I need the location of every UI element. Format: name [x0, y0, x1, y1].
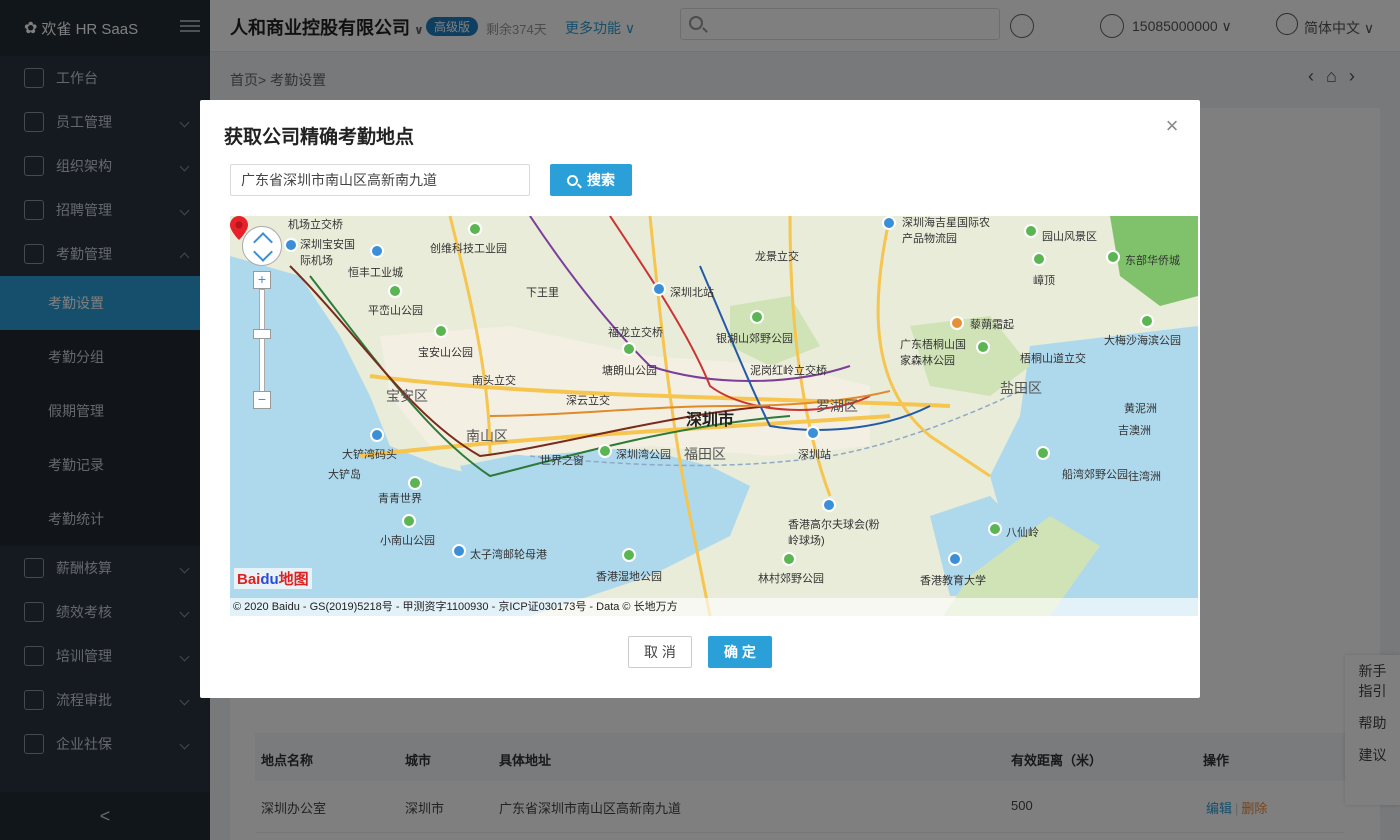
address-search-input[interactable] — [230, 164, 530, 196]
map-label: 嶂顶 — [1033, 275, 1055, 287]
logo-text: 地图 — [278, 571, 309, 588]
map-label: 青青世界 — [378, 493, 422, 505]
temple-poi-icon[interactable] — [950, 316, 964, 330]
zoom-in-button[interactable]: + — [253, 271, 271, 289]
park-poi-icon[interactable] — [1106, 250, 1120, 264]
map-label: 南头立交 — [472, 375, 516, 387]
map-label: 大铲岛 — [328, 469, 361, 481]
park-poi-icon[interactable] — [750, 310, 764, 324]
zoom-slider-thumb[interactable] — [253, 329, 271, 339]
map-view[interactable]: 机场立交桥 深圳宝安国际机场 创维科技工业园 恒丰工业城 下王里 深圳北站 龙景… — [230, 216, 1198, 616]
map-label: 太子湾邮轮母港 — [470, 549, 547, 561]
park-poi-icon[interactable] — [622, 548, 636, 562]
park-poi-icon[interactable] — [1140, 314, 1154, 328]
baidu-map-logo: Baidu地图 — [234, 568, 312, 589]
map-label: 世界之窗 — [540, 455, 584, 467]
map-label: 盐田区 — [1000, 380, 1042, 396]
search-button[interactable]: 搜索 — [550, 164, 632, 196]
railway-station-icon[interactable] — [806, 426, 820, 440]
map-label: 梧桐山道立交 — [1020, 353, 1086, 365]
map-label: 往湾洲 — [1128, 471, 1161, 483]
park-poi-icon[interactable] — [782, 552, 796, 566]
map-label: 深圳市 — [686, 412, 735, 429]
map-label: 东部华侨城 — [1125, 255, 1180, 267]
map-label: 香港湿地公园 — [596, 571, 662, 583]
cancel-button[interactable]: 取 消 — [628, 636, 692, 668]
map-label: 下王里 — [526, 287, 559, 299]
park-poi-icon[interactable] — [1032, 252, 1046, 266]
map-label: 香港教育大学 — [920, 575, 986, 587]
map-label: 南山区 — [466, 428, 508, 444]
map-zoom-control: + − — [253, 271, 271, 411]
railway-station-icon[interactable] — [652, 282, 666, 296]
map-label: 吉澳洲 — [1118, 425, 1151, 437]
logo-text: du — [260, 571, 279, 588]
poi-icon[interactable] — [370, 244, 384, 258]
park-poi-icon[interactable] — [468, 222, 482, 236]
port-poi-icon[interactable] — [452, 544, 466, 558]
map-label: 福田区 — [684, 446, 726, 462]
map-label: 香港高尔夫球会(粉岭球场) — [788, 519, 880, 547]
zoom-slider-track[interactable] — [259, 289, 265, 399]
logo-text: Bai — [237, 571, 261, 588]
map-pan-control[interactable] — [242, 226, 282, 266]
poi-icon[interactable] — [882, 216, 896, 230]
search-icon — [567, 174, 578, 186]
poi-icon[interactable] — [822, 498, 836, 512]
school-poi-icon[interactable] — [948, 552, 962, 566]
map-label: 藜蒴霜起 — [970, 319, 1014, 331]
map-label: 广东梧桐山国家森林公园 — [900, 339, 966, 367]
map-label: 恒丰工业城 — [348, 267, 403, 279]
map-label: 深圳站 — [798, 449, 831, 461]
airport-poi-icon[interactable] — [284, 238, 298, 252]
modal-title: 获取公司精确考勤地点 — [224, 127, 415, 148]
port-poi-icon[interactable] — [370, 428, 384, 442]
park-poi-icon[interactable] — [1024, 224, 1038, 238]
map-label: 大铲湾码头 — [342, 449, 397, 461]
map-copyright: © 2020 Baidu - GS(2019)5218号 - 甲测资字11009… — [230, 598, 1198, 616]
park-poi-icon[interactable] — [408, 476, 422, 490]
map-label: 塘朗山公园 — [602, 365, 657, 377]
map-label: 深圳海吉星国际农产品物流园 — [902, 217, 990, 245]
park-poi-icon[interactable] — [976, 340, 990, 354]
map-label: 龙景立交 — [755, 251, 799, 263]
park-poi-icon[interactable] — [388, 284, 402, 298]
map-label: 罗湖区 — [816, 398, 858, 414]
map-label: 平峦山公园 — [368, 305, 423, 317]
search-button-label: 搜索 — [587, 172, 615, 188]
map-label: 福龙立交桥 — [608, 327, 663, 339]
map-label: 深云立交 — [566, 395, 610, 407]
map-label: 深圳湾公园 — [616, 449, 671, 461]
park-poi-icon[interactable] — [434, 324, 448, 338]
park-poi-icon[interactable] — [598, 444, 612, 458]
confirm-button[interactable]: 确 定 — [708, 636, 772, 668]
map-label: 小南山公园 — [380, 535, 435, 547]
map-label: 船湾郊野公园 — [1062, 469, 1128, 481]
map-label: 黄泥洲 — [1124, 403, 1157, 415]
map-label: 银湖山郊野公园 — [716, 333, 793, 345]
close-icon[interactable]: × — [1162, 115, 1182, 137]
park-poi-icon[interactable] — [402, 514, 416, 528]
park-poi-icon[interactable] — [1036, 446, 1050, 460]
zoom-out-button[interactable]: − — [253, 391, 271, 409]
map-label: 泥岗红岭立交桥 — [750, 365, 827, 377]
park-poi-icon[interactable] — [622, 342, 636, 356]
map-label: 八仙岭 — [1006, 527, 1039, 539]
map-label: 林村郊野公园 — [758, 573, 824, 585]
park-poi-icon[interactable] — [988, 522, 1002, 536]
map-label: 大梅沙海滨公园 — [1104, 335, 1181, 347]
map-label: 创维科技工业园 — [430, 243, 507, 255]
map-label: 机场立交桥 — [288, 219, 343, 231]
map-label: 园山风景区 — [1042, 231, 1097, 243]
map-label: 深圳北站 — [670, 287, 714, 299]
map-label: 宝安区 — [386, 388, 428, 404]
location-picker-modal: 获取公司精确考勤地点 × 搜索 — [200, 100, 1200, 698]
map-label: 宝安山公园 — [418, 347, 473, 359]
